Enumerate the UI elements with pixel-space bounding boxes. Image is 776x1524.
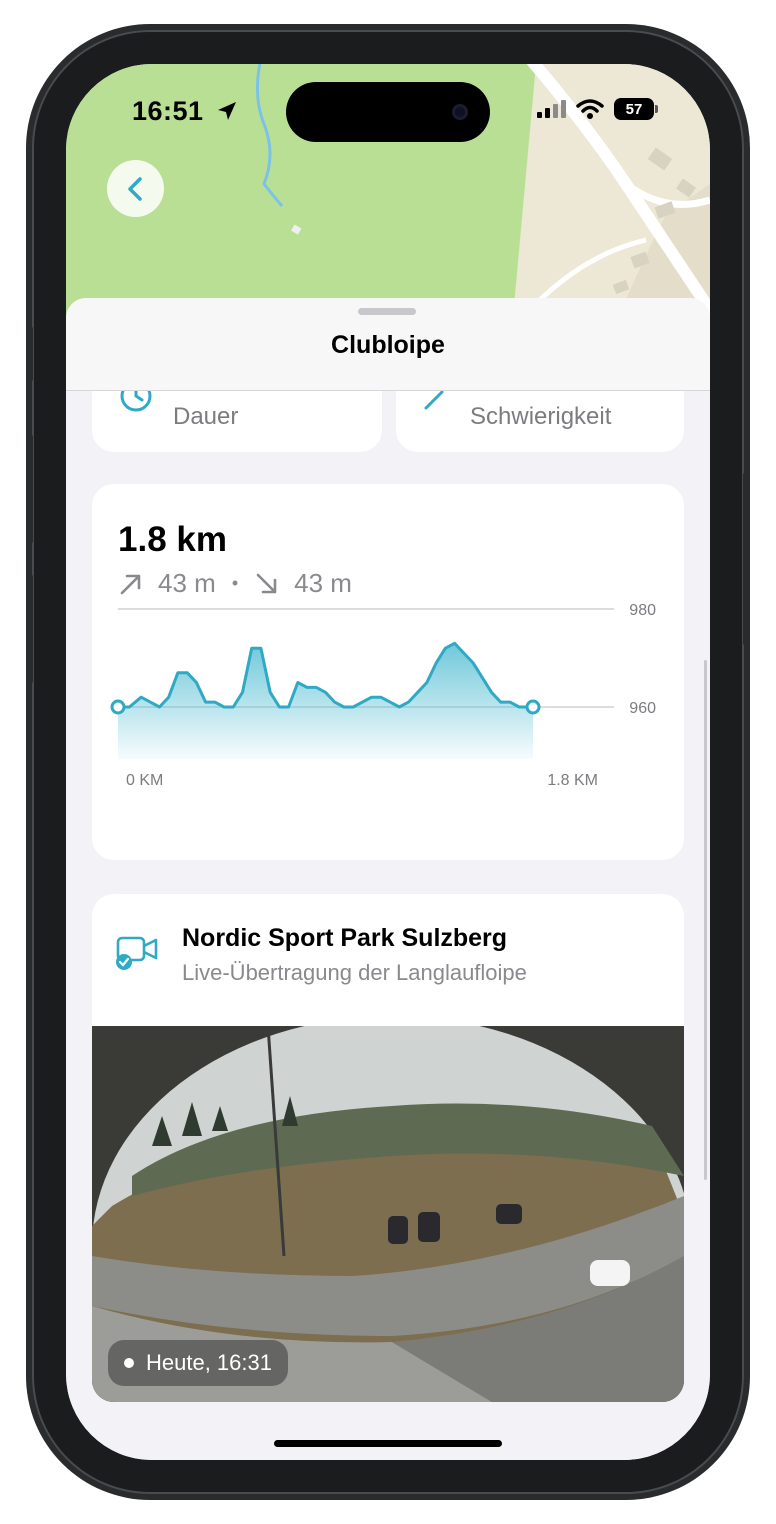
y-tick-label: 960 <box>629 700 656 717</box>
ascent-value: 43 m <box>158 568 216 598</box>
arrow-down-right-icon <box>256 573 277 593</box>
volume-up-button <box>27 434 33 544</box>
sheet-header: Clubloipe <box>66 298 710 391</box>
cellular-signal-icon <box>537 100 566 118</box>
mute-switch <box>27 326 33 382</box>
elevation-card: 1.8 km 43 m • 43 m 980 960 0 KM 1.8 KM <box>92 484 684 860</box>
separator-dot: • <box>231 573 239 593</box>
live-dot <box>124 1358 134 1368</box>
dynamic-island <box>286 82 490 142</box>
start-marker <box>110 699 126 715</box>
status-icons: 57 <box>536 98 658 120</box>
sheet-grabber[interactable] <box>358 308 416 315</box>
home-indicator[interactable] <box>274 1440 502 1447</box>
elevation-chart[interactable]: 980 960 0 KM 1.8 KM <box>92 604 684 814</box>
status-time: 16:51 <box>132 96 238 127</box>
video-camera-icon <box>116 936 158 970</box>
distance-value: 1.8 km <box>118 520 227 559</box>
status-time-text: 16:51 <box>132 96 204 126</box>
x-tick-label-end: 1.8 KM <box>547 772 598 789</box>
stat-label-duration: Dauer <box>173 403 239 430</box>
back-button[interactable] <box>107 160 164 217</box>
screen: 16:51 57 Clubloipe Dauer Schwierigkeit 1… <box>66 64 710 1460</box>
volume-down-button <box>27 574 33 684</box>
battery-indicator: 57 <box>614 98 658 120</box>
elevation-summary: 43 m • 43 m <box>118 568 352 599</box>
webcam-image[interactable]: Heute, 16:31 <box>92 1026 684 1402</box>
arrow-up-right-icon <box>120 574 141 594</box>
front-camera <box>452 104 468 120</box>
x-tick-label-start: 0 KM <box>126 772 163 789</box>
webcam-subtitle: Live-Übertragung der Langlaufloipe <box>182 960 527 985</box>
webcam-title: Nordic Sport Park Sulzberg <box>182 924 508 952</box>
webcam-timestamp-badge: Heute, 16:31 <box>108 1340 288 1386</box>
wifi-icon <box>576 99 604 119</box>
stat-label-difficulty: Schwierigkeit <box>470 403 612 430</box>
webcam-timestamp: Heute, 16:31 <box>146 1350 272 1375</box>
scroll-indicator[interactable] <box>704 660 707 1180</box>
power-button <box>743 472 749 646</box>
end-marker <box>525 699 541 715</box>
y-tick-label: 980 <box>629 604 656 619</box>
location-arrow-icon <box>217 102 236 120</box>
sheet-title: Clubloipe <box>331 331 445 359</box>
webcam-card[interactable]: Nordic Sport Park Sulzberg Live-Übertrag… <box>92 894 684 1402</box>
chevron-left-icon <box>127 176 142 201</box>
descent-value: 43 m <box>294 568 352 598</box>
bottom-sheet: Clubloipe Dauer Schwierigkeit 1.8 km 43 … <box>66 298 710 1460</box>
